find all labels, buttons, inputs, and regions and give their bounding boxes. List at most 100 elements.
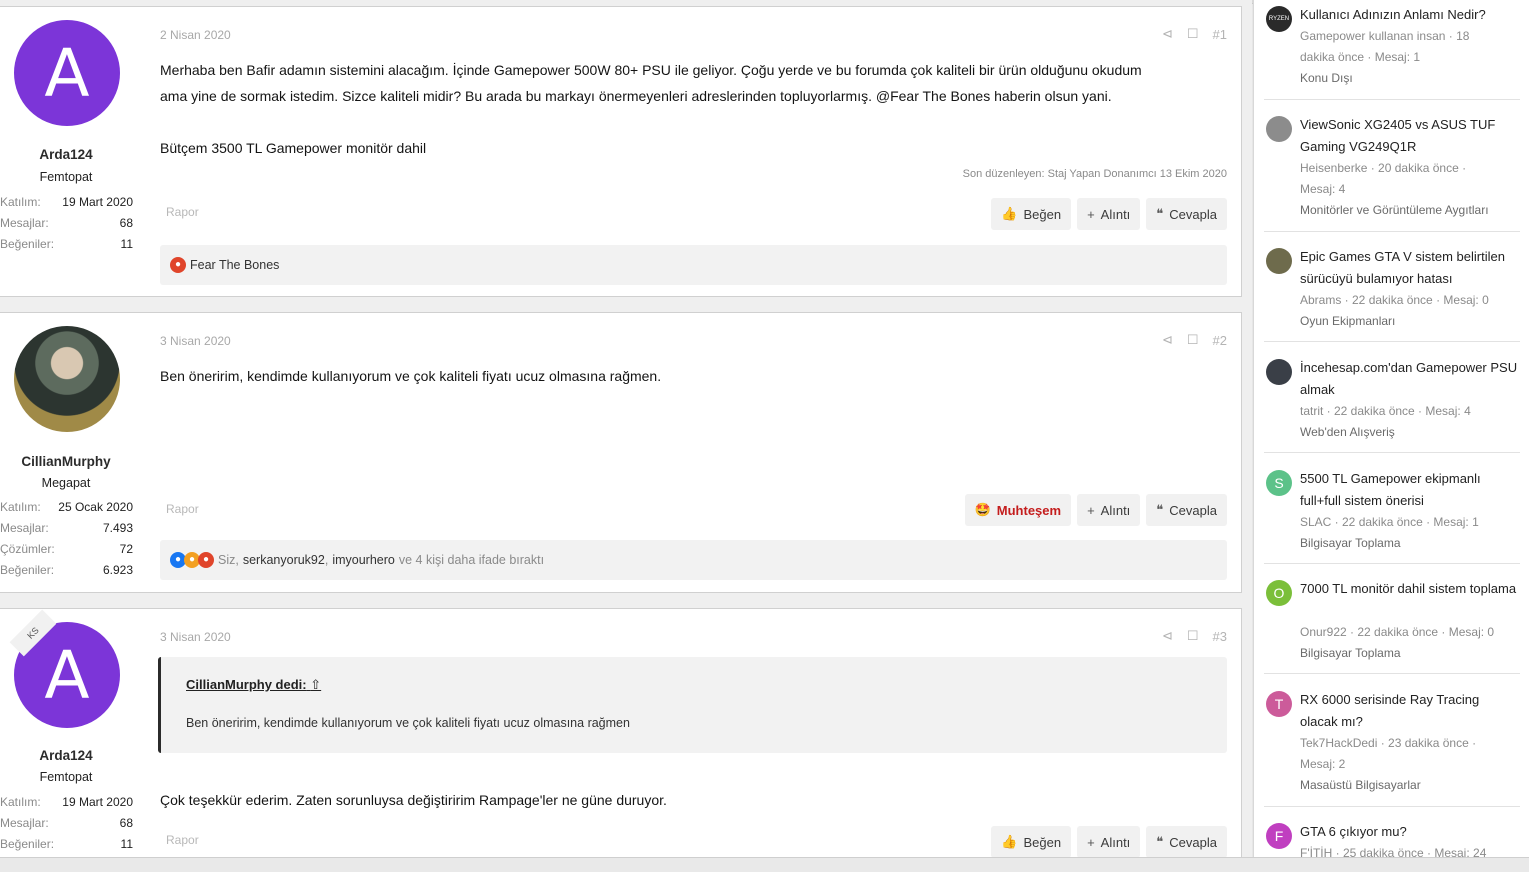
post-line: Ben öneririm, kendimde kullanıyorum ve ç… bbox=[160, 368, 662, 384]
quote-button[interactable]: + Alıntı bbox=[1077, 826, 1141, 858]
post-user: CillianMurphy Megapat Katılım: 25 Ocak 20… bbox=[0, 313, 138, 592]
like-button[interactable]: 👍 Beğen bbox=[991, 826, 1072, 858]
stat-value: 68 bbox=[119, 816, 133, 830]
quote-label: Alıntı bbox=[1100, 206, 1131, 222]
thread-meta: Tek7HackDedi · 23 dakika önce · bbox=[1300, 736, 1477, 750]
share-icon[interactable]: ⊲ bbox=[1162, 628, 1173, 644]
thread-avatar[interactable] bbox=[1266, 359, 1292, 385]
thread-avatar[interactable]: O bbox=[1266, 580, 1292, 606]
reply-icon: ❝ bbox=[1156, 834, 1164, 849]
reply-icon: ❝ bbox=[1156, 502, 1164, 517]
quote-text: Ben öneririm, kendimde kullanıyorum ve ç… bbox=[186, 716, 630, 730]
thread-forum[interactable]: Bilgisayar Toplama bbox=[1300, 643, 1520, 664]
thread-item[interactable]: ViewSonic XG2405 vs ASUS TUF Gaming VG24… bbox=[1264, 114, 1520, 232]
stat-value: 72 bbox=[119, 542, 133, 556]
thread-forum[interactable]: Konu Dışı bbox=[1300, 68, 1520, 89]
post-number[interactable]: #1 bbox=[1213, 27, 1227, 42]
post-body: Merhaba ben Bafir adamın sistemini alaca… bbox=[160, 57, 1227, 161]
quote-button[interactable]: + Alıntı bbox=[1077, 198, 1141, 230]
bookmark-icon[interactable]: ☐ bbox=[1187, 628, 1199, 644]
thread-title[interactable]: ViewSonic XG2405 vs ASUS TUF Gaming VG24… bbox=[1300, 114, 1520, 158]
reply-label: Cevapla bbox=[1169, 834, 1217, 850]
post-date[interactable]: 2 Nisan 2020 bbox=[160, 28, 231, 42]
user-title: Femtopat bbox=[39, 770, 93, 784]
stat-label: Beğeniler: bbox=[0, 237, 55, 251]
stat-label: Çözümler: bbox=[0, 542, 55, 556]
horizontal-scrollbar[interactable] bbox=[0, 857, 1529, 872]
reactions-bar[interactable]: ● Fear The Bones bbox=[160, 245, 1227, 285]
reply-button[interactable]: ❝ Cevapla bbox=[1146, 198, 1227, 230]
report-link[interactable]: Rapor bbox=[166, 205, 199, 219]
like-button[interactable]: 👍 Beğen bbox=[991, 198, 1072, 230]
thread-item[interactable]: RYZEN Kullanıcı Adınızın Anlamı Nedir? G… bbox=[1264, 4, 1520, 100]
quote-label: Alıntı bbox=[1100, 502, 1131, 518]
post-number[interactable]: #2 bbox=[1213, 333, 1227, 348]
thread-item[interactable]: T RX 6000 serisinde Ray Tracing olacak m… bbox=[1264, 689, 1520, 807]
post-number[interactable]: #3 bbox=[1213, 629, 1227, 644]
reply-label: Cevapla bbox=[1169, 502, 1217, 518]
thread-avatar[interactable] bbox=[1266, 116, 1292, 142]
thread-title[interactable]: RX 6000 serisinde Ray Tracing olacak mı? bbox=[1300, 689, 1520, 733]
thread-avatar[interactable]: RYZEN bbox=[1266, 6, 1292, 32]
quote-author: CillianMurphy dedi: bbox=[186, 677, 307, 692]
thread-avatar[interactable]: S bbox=[1266, 470, 1292, 496]
thread-forum[interactable]: Monitörler ve Görüntüleme Aygıtları bbox=[1300, 200, 1520, 221]
report-link[interactable]: Rapor bbox=[166, 833, 199, 847]
user-stat: Katılım: 19 Mart 2020 bbox=[0, 195, 133, 209]
thread-avatar[interactable]: F bbox=[1266, 823, 1292, 849]
share-icon[interactable]: ⊲ bbox=[1162, 26, 1173, 42]
thread-title[interactable]: 7000 TL monitör dahil sistem toplama bbox=[1300, 578, 1520, 600]
share-icon[interactable]: ⊲ bbox=[1162, 332, 1173, 348]
user-stat: Mesajlar: 7.493 bbox=[0, 521, 133, 535]
thread-avatar[interactable] bbox=[1266, 248, 1292, 274]
username[interactable]: Arda124 bbox=[0, 748, 134, 763]
stat-label: Beğeniler: bbox=[0, 837, 55, 851]
post-body: Çok teşekkür ederim. Zaten sorunluysa de… bbox=[160, 787, 1227, 813]
user-stat: Katılım: 25 Ocak 2020 bbox=[0, 500, 133, 514]
avatar-letter: A bbox=[44, 34, 90, 112]
reactions-bar[interactable]: ● ● ● Siz, serkanyoruk92, imyourhero ve … bbox=[160, 540, 1227, 580]
user-stat: Mesajlar: 68 bbox=[0, 816, 133, 830]
user-avatar[interactable] bbox=[14, 326, 120, 432]
thread-forum[interactable]: Web'den Alışveriş bbox=[1300, 422, 1520, 443]
thread-forum[interactable]: Oyun Ekipmanları bbox=[1300, 311, 1520, 332]
reply-button[interactable]: ❝ Cevapla bbox=[1146, 826, 1227, 858]
user-avatar[interactable]: A bbox=[14, 20, 120, 126]
thread-posts: A Arda124 Femtopat Katılım: 19 Mart 2020 … bbox=[0, 0, 1252, 872]
star-eyes-emoji-icon: 🤩 bbox=[974, 502, 991, 517]
thread-title[interactable]: Epic Games GTA V sistem belirtilen sürüc… bbox=[1300, 246, 1520, 290]
thread-title[interactable]: İncehesap.com'dan Gamepower PSU almak bbox=[1300, 357, 1520, 401]
post-date[interactable]: 3 Nisan 2020 bbox=[160, 334, 231, 348]
edited-note: Son düzenleyen: Staj Yapan Donanımcı 13 … bbox=[962, 168, 1227, 180]
thread-title[interactable]: GTA 6 çıkıyor mu? bbox=[1300, 821, 1520, 843]
reaction-user[interactable]: serkanyoruk92 bbox=[243, 553, 325, 567]
thread-forum[interactable]: Bilgisayar Toplama bbox=[1300, 533, 1520, 554]
bookmark-icon[interactable]: ☐ bbox=[1187, 26, 1199, 42]
reaction-user[interactable]: imyourhero bbox=[332, 553, 395, 567]
reply-button[interactable]: ❝ Cevapla bbox=[1146, 494, 1227, 526]
report-link[interactable]: Rapor bbox=[166, 502, 199, 516]
post-date[interactable]: 3 Nisan 2020 bbox=[160, 630, 231, 644]
bookmark-icon[interactable]: ☐ bbox=[1187, 332, 1199, 348]
thread-title[interactable]: 5500 TL Gamepower ekipmanlı full+full si… bbox=[1300, 468, 1520, 512]
reaction-names[interactable]: Fear The Bones bbox=[190, 258, 279, 272]
username[interactable]: Arda124 bbox=[0, 147, 134, 162]
quote-author-link[interactable]: CillianMurphy dedi: ⇧ bbox=[186, 677, 321, 693]
stat-value: 11 bbox=[120, 237, 133, 251]
thread-title[interactable]: Kullanıcı Adınızın Anlamı Nedir? bbox=[1300, 4, 1520, 26]
thread-item[interactable]: İncehesap.com'dan Gamepower PSU almak ta… bbox=[1264, 357, 1520, 453]
user-stat: Mesajlar: 68 bbox=[0, 216, 133, 230]
quote-button[interactable]: + Alıntı bbox=[1077, 494, 1141, 526]
thread-item[interactable]: O 7000 TL monitör dahil sistem toplama O… bbox=[1264, 578, 1520, 674]
reaction-suffix[interactable]: ve 4 kişi daha ifade bıraktı bbox=[399, 553, 544, 567]
thread-avatar[interactable]: T bbox=[1266, 691, 1292, 717]
stat-label: Mesajlar: bbox=[0, 816, 49, 830]
post-user: A Arda124 Femtopat Katılım: 19 Mart 2020 … bbox=[0, 7, 138, 296]
thread-item[interactable]: Epic Games GTA V sistem belirtilen sürüc… bbox=[1264, 246, 1520, 342]
thread-item[interactable]: S 5500 TL Gamepower ekipmanlı full+full … bbox=[1264, 468, 1520, 564]
username[interactable]: CillianMurphy bbox=[0, 454, 134, 469]
user-title: Femtopat bbox=[39, 170, 93, 184]
thread-forum[interactable]: Masaüstü Bilgisayarlar bbox=[1300, 775, 1520, 796]
excellent-reaction-button[interactable]: 🤩 Muhteşem bbox=[964, 494, 1072, 526]
arrow-up-circle-icon[interactable]: ⇧ bbox=[310, 677, 321, 692]
